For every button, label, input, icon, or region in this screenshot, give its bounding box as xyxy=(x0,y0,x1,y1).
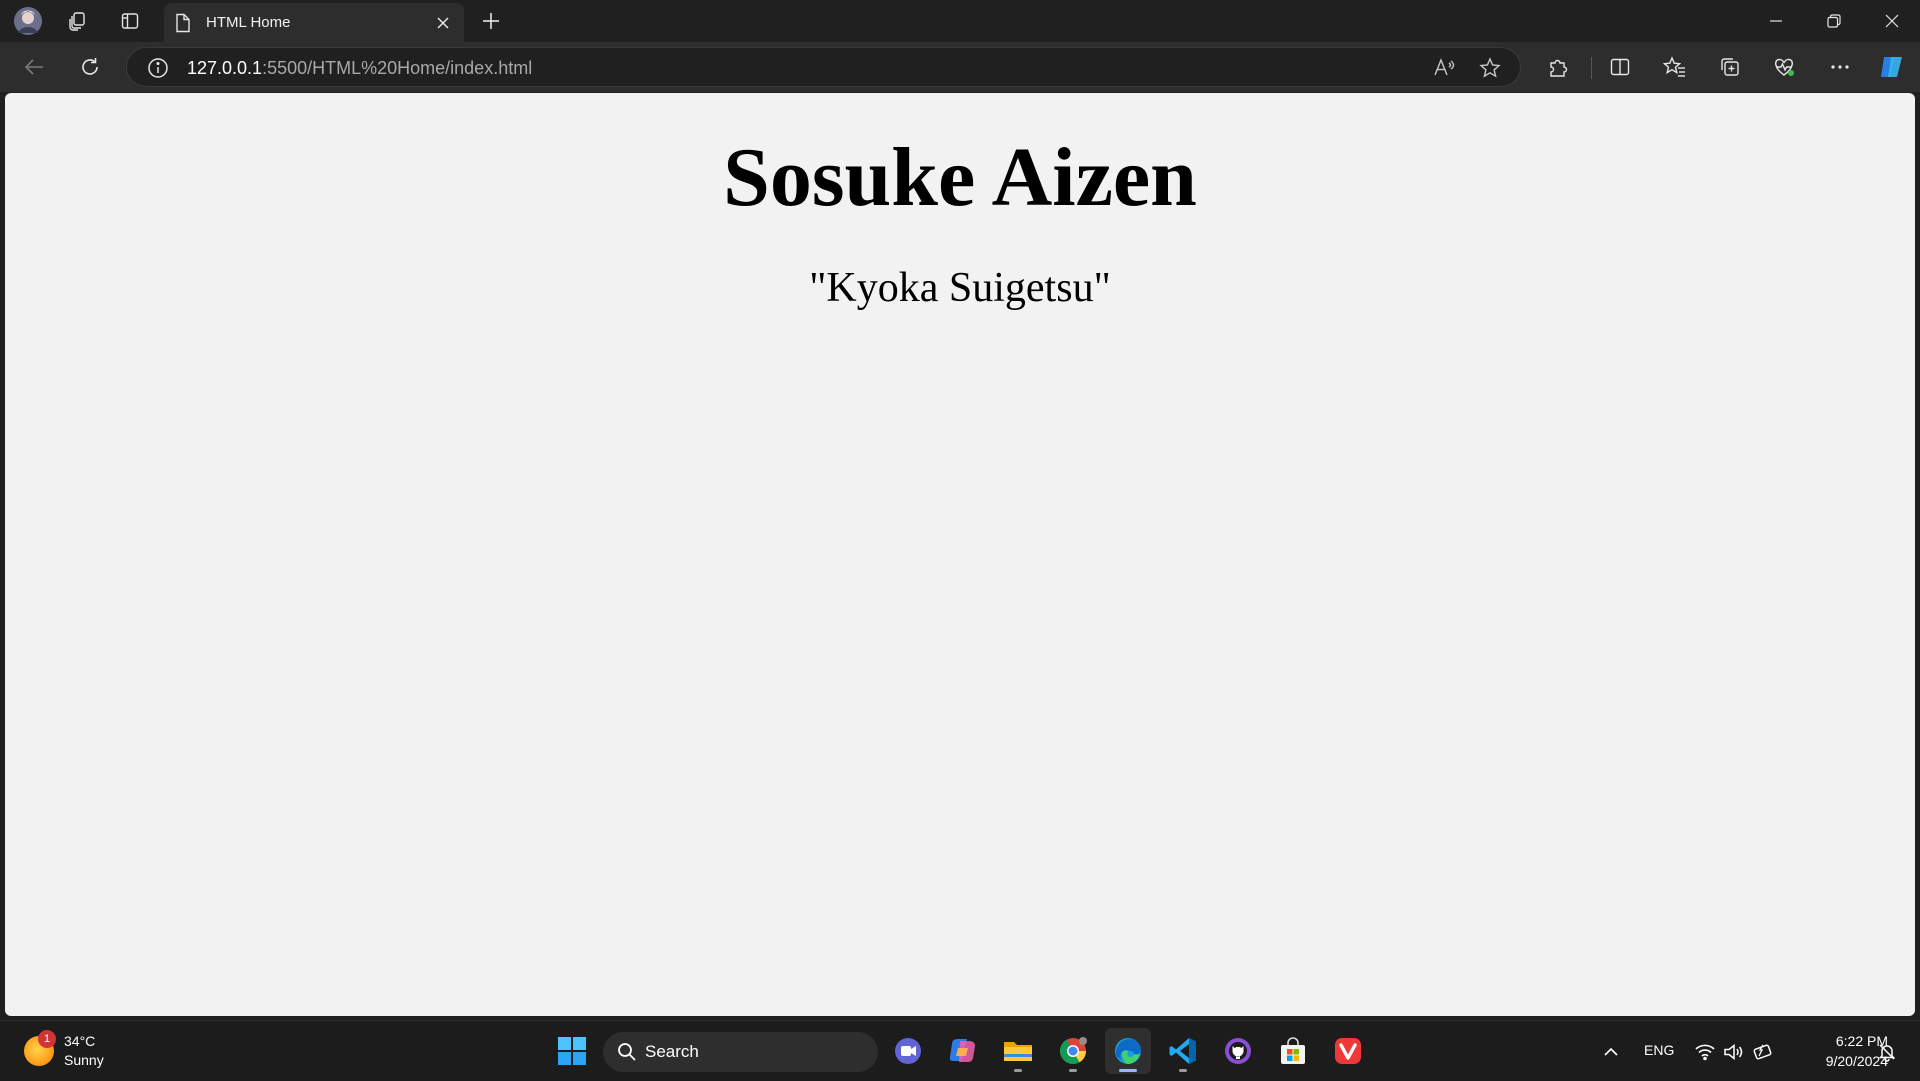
browser-toolbar: 127.0.0.1:5500/HTML%20Home/index.html xyxy=(0,42,1920,92)
favorites-icon[interactable] xyxy=(1655,47,1695,87)
site-info-icon[interactable] xyxy=(147,57,169,79)
page-viewport xyxy=(5,93,1915,1016)
extensions-icon[interactable] xyxy=(1538,47,1578,87)
workspaces-icon[interactable] xyxy=(62,0,92,42)
url-host: 127.0.0.1 xyxy=(187,58,263,78)
github-desktop-icon[interactable] xyxy=(1215,1028,1261,1074)
url-text[interactable]: 127.0.0.1:5500/HTML%20Home/index.html xyxy=(187,48,532,88)
start-button[interactable] xyxy=(549,1028,595,1074)
new-tab-button[interactable] xyxy=(476,0,506,42)
volume-icon[interactable] xyxy=(1721,1039,1747,1065)
teams-meet-icon[interactable] xyxy=(885,1028,931,1074)
more-options-icon[interactable] xyxy=(1820,47,1860,87)
refresh-button[interactable] xyxy=(70,47,110,87)
split-screen-icon[interactable] xyxy=(1600,47,1640,87)
profile-avatar[interactable] xyxy=(10,0,46,42)
address-bar[interactable]: 127.0.0.1:5500/HTML%20Home/index.html xyxy=(126,47,1521,87)
search-label: Search xyxy=(645,1042,699,1061)
vivaldi-icon[interactable] xyxy=(1325,1028,1371,1074)
weather-temperature: 34°C xyxy=(64,1033,96,1049)
show-hidden-icons-chevron-icon[interactable] xyxy=(1598,1039,1624,1065)
minimize-button[interactable] xyxy=(1748,0,1804,42)
notifications-bell-icon[interactable] xyxy=(1874,1039,1900,1065)
vscode-icon[interactable] xyxy=(1160,1028,1206,1074)
battery-icon[interactable] xyxy=(1750,1039,1776,1065)
weather-alert-badge: 1 xyxy=(38,1030,56,1048)
search-icon xyxy=(617,1042,637,1062)
running-indicator xyxy=(1014,1069,1022,1072)
copilot-icon[interactable] xyxy=(1873,47,1913,87)
vertical-tabs-icon[interactable] xyxy=(115,0,145,42)
wifi-icon[interactable] xyxy=(1692,1039,1718,1065)
edge-icon[interactable] xyxy=(1105,1028,1151,1074)
input-language[interactable]: ENG xyxy=(1644,1042,1674,1058)
sun-icon: 1 xyxy=(24,1030,56,1066)
read-aloud-icon[interactable] xyxy=(1432,57,1456,79)
microsoft-store-icon[interactable] xyxy=(1270,1028,1316,1074)
copilot-app-icon[interactable] xyxy=(940,1028,986,1074)
close-window-button[interactable] xyxy=(1864,0,1920,42)
restore-button[interactable] xyxy=(1806,0,1862,42)
running-indicator xyxy=(1179,1069,1187,1072)
taskbar-search[interactable]: Search xyxy=(603,1032,878,1072)
collections-icon[interactable] xyxy=(1710,47,1750,87)
active-indicator xyxy=(1119,1069,1137,1072)
browser-tab[interactable]: HTML Home xyxy=(164,3,464,42)
page-document-icon xyxy=(174,13,192,33)
windows-taskbar: 1 34°C Sunny Search ENG 6:22 PM 9/20/202… xyxy=(0,1020,1920,1081)
page-heading: Sosuke Aizen xyxy=(723,131,1197,224)
page-quote: "Kyoka Suigetsu" xyxy=(809,265,1111,311)
weather-condition: Sunny xyxy=(64,1052,104,1068)
browser-essentials-icon[interactable] xyxy=(1764,47,1804,87)
tab-close-icon[interactable] xyxy=(428,8,458,38)
tab-title: HTML Home xyxy=(206,14,291,31)
chrome-icon[interactable] xyxy=(1050,1028,1096,1074)
favorite-star-icon[interactable] xyxy=(1479,57,1501,79)
browser-title-bar: HTML Home xyxy=(0,0,1920,42)
url-path: :5500/HTML%20Home/index.html xyxy=(262,58,533,78)
weather-widget[interactable]: 1 34°C Sunny xyxy=(24,1029,104,1073)
running-indicator xyxy=(1069,1069,1077,1072)
back-button[interactable] xyxy=(14,47,54,87)
file-explorer-icon[interactable] xyxy=(995,1028,1041,1074)
toolbar-divider xyxy=(1591,57,1592,79)
